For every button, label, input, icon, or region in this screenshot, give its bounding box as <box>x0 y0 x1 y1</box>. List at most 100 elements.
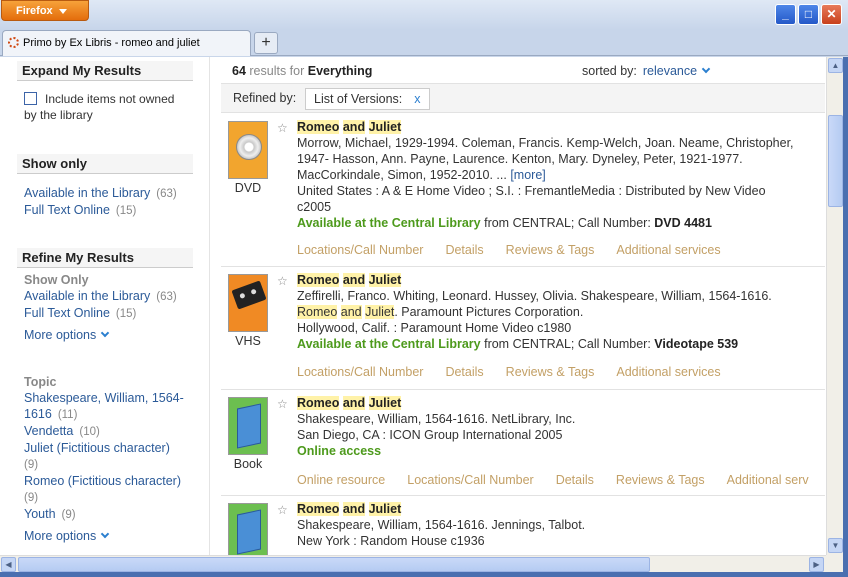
results-pane: 64 results for Everything sorted by: rele… <box>221 57 825 555</box>
star-icon[interactable]: ☆ <box>277 503 288 517</box>
tab-details[interactable]: Details <box>445 243 483 257</box>
refine-show-only-label: Show Only <box>24 273 89 287</box>
chevron-down-icon <box>101 529 110 539</box>
page-viewport: Expand My Results Include items not owne… <box>0 57 848 555</box>
refined-by-bar: Refined by: List of Versions: x <box>221 83 825 113</box>
call-number: Videotape 539 <box>654 337 739 351</box>
record-authors: Zeffirelli, Franco. Whiting, Leonard. Hu… <box>297 289 772 303</box>
record-tabs: Locations/Call Number Details Reviews & Ta… <box>286 243 732 257</box>
topic-shakespeare[interactable]: Shakespeare, William, 1564-1616 (11) <box>24 390 204 423</box>
record-tabs: Online resource Locations/Call Number Deta… <box>286 473 820 487</box>
topic-romeo[interactable]: Romeo (Fictitious character) (9) <box>24 473 204 506</box>
tab-reviews-tags[interactable]: Reviews & Tags <box>506 365 595 379</box>
sort-label: sorted by: <box>582 64 637 78</box>
call-number: DVD 4481 <box>654 216 712 230</box>
chevron-down-icon <box>701 64 711 74</box>
tab-reviews-tags[interactable]: Reviews & Tags <box>616 473 705 487</box>
star-icon[interactable]: ☆ <box>277 121 288 135</box>
facet-full-text-online[interactable]: Full Text Online (15) <box>24 202 204 219</box>
more-options-topic-link[interactable]: More options <box>24 529 204 543</box>
record-body: Romeo and Juliet Shakespeare, William, 1… <box>297 395 825 459</box>
record-availability: Available at the Central Library from CE… <box>297 337 739 351</box>
refine-facet-available-in-library[interactable]: Available in the Library (63) <box>24 288 204 305</box>
record-title[interactable]: Romeo and Juliet <box>297 501 825 517</box>
results-count: 64 <box>232 64 246 78</box>
scroll-right-icon[interactable]: ▶ <box>809 557 824 572</box>
browser-tab[interactable]: Primo by Ex Libris - romeo and juliet <box>2 30 251 56</box>
horizontal-scrollbar[interactable]: ◀ ▶ <box>0 555 826 572</box>
record-authors: Shakespeare, William, 1564-1616. NetLibr… <box>297 412 576 426</box>
tab-online-resource[interactable]: Online resource <box>297 473 385 487</box>
show-only-list: Available in the Library (63) Full Text O… <box>24 185 204 219</box>
close-window-button[interactable]: ✕ <box>821 4 842 25</box>
book-thumbnail-icon[interactable] <box>228 397 268 455</box>
record-title[interactable]: Romeo and Juliet <box>297 119 825 135</box>
facet-available-in-library[interactable]: Available in the Library (63) <box>24 185 204 202</box>
record-title[interactable]: Romeo and Juliet <box>297 395 825 411</box>
format-label: VHS <box>235 334 261 348</box>
horizontal-scroll-thumb[interactable] <box>18 557 650 572</box>
sort-value: relevance <box>642 64 698 78</box>
scroll-down-icon[interactable]: ▼ <box>828 538 843 553</box>
record-publisher: New York : Random House c1936 <box>297 534 485 548</box>
vertical-scrollbar[interactable]: ▲ ▼ <box>826 57 843 555</box>
tab-reviews-tags[interactable]: Reviews & Tags <box>506 243 595 257</box>
tab-details[interactable]: Details <box>556 473 594 487</box>
remove-refinement-icon[interactable]: x <box>414 92 420 106</box>
topic-juliet[interactable]: Juliet (Fictitious character) (9) <box>24 440 204 473</box>
refine-facet-full-text-online[interactable]: Full Text Online (15) <box>24 305 204 322</box>
tab-additional-services[interactable]: Additional services <box>616 365 720 379</box>
vertical-scroll-thumb[interactable] <box>828 115 843 207</box>
record-title[interactable]: Romeo and Juliet <box>297 272 825 288</box>
refine-chip: List of Versions: x <box>305 88 430 110</box>
record-publisher: San Diego, CA : ICON Group International… <box>297 428 563 442</box>
topic-vendetta[interactable]: Vendetta (10) <box>24 423 204 440</box>
scroll-left-icon[interactable]: ◀ <box>1 557 16 572</box>
availability-status[interactable]: Online access <box>297 444 381 458</box>
scroll-up-icon[interactable]: ▲ <box>828 58 843 73</box>
results-scope: Everything <box>307 64 373 78</box>
record-authors-cont: 1947- Hasson, Ann. Payne, Laurence. Kent… <box>297 152 743 166</box>
record-authors: Morrow, Michael, 1929-1994. Coleman, Fra… <box>297 136 794 150</box>
tab-locations[interactable]: Locations/Call Number <box>407 473 533 487</box>
scrollbar-corner <box>826 555 843 572</box>
window-border-right <box>843 57 848 577</box>
results-summary: 64 results for Everything <box>232 64 372 78</box>
availability-status[interactable]: Available at the Central Library <box>297 337 481 351</box>
dvd-thumbnail-icon[interactable] <box>228 121 268 179</box>
more-authors-link[interactable]: [more] <box>510 168 545 182</box>
record-body: Romeo and Juliet Morrow, Michael, 1929-1… <box>297 119 825 231</box>
tab-locations[interactable]: Locations/Call Number <box>297 365 423 379</box>
vhs-thumbnail-icon[interactable] <box>228 274 268 332</box>
tab-additional-services[interactable]: Additional serv <box>727 473 809 487</box>
include-not-owned-label: Include items not owned by the library <box>24 92 175 122</box>
refined-by-label: Refined by: <box>233 91 297 105</box>
record-body: Romeo and Juliet Zeffirelli, Franco. Whi… <box>297 272 825 352</box>
expand-results-heading: Expand My Results <box>17 61 193 81</box>
star-icon[interactable]: ☆ <box>277 274 288 288</box>
tab-bar: Primo by Ex Libris - romeo and juliet + <box>0 30 848 56</box>
more-options-link[interactable]: More options <box>24 328 204 342</box>
record-body: Romeo and Juliet Shakespeare, William, 1… <box>297 501 825 549</box>
maximize-button[interactable]: □ <box>798 4 819 25</box>
record-availability: Available at the Central Library from CE… <box>297 216 712 230</box>
checkbox-icon[interactable] <box>24 92 37 105</box>
topic-youth[interactable]: Youth (9) <box>24 506 204 523</box>
tab-locations[interactable]: Locations/Call Number <box>297 243 423 257</box>
record-date: c2005 <box>297 200 332 214</box>
record-publisher: United States : A & E Home Video ; S.I. … <box>297 184 766 198</box>
window-border-bottom <box>0 572 848 577</box>
minimize-button[interactable]: _ <box>775 4 796 25</box>
facets-sidebar: Expand My Results Include items not owne… <box>0 57 210 555</box>
firefox-menu-button[interactable]: Firefox <box>1 0 89 21</box>
window-controls: _ □ ✕ <box>775 4 842 25</box>
book-thumbnail-icon[interactable] <box>228 503 268 555</box>
star-icon[interactable]: ☆ <box>277 397 288 411</box>
tab-details[interactable]: Details <box>445 365 483 379</box>
sort-control[interactable]: sorted by: relevance <box>582 64 711 78</box>
availability-status[interactable]: Available at the Central Library <box>297 216 481 230</box>
tab-additional-services[interactable]: Additional services <box>616 243 720 257</box>
include-not-owned-checkbox[interactable]: Include items not owned by the library <box>24 91 189 123</box>
loading-throbber-icon <box>8 37 19 48</box>
new-tab-button[interactable]: + <box>254 32 278 54</box>
